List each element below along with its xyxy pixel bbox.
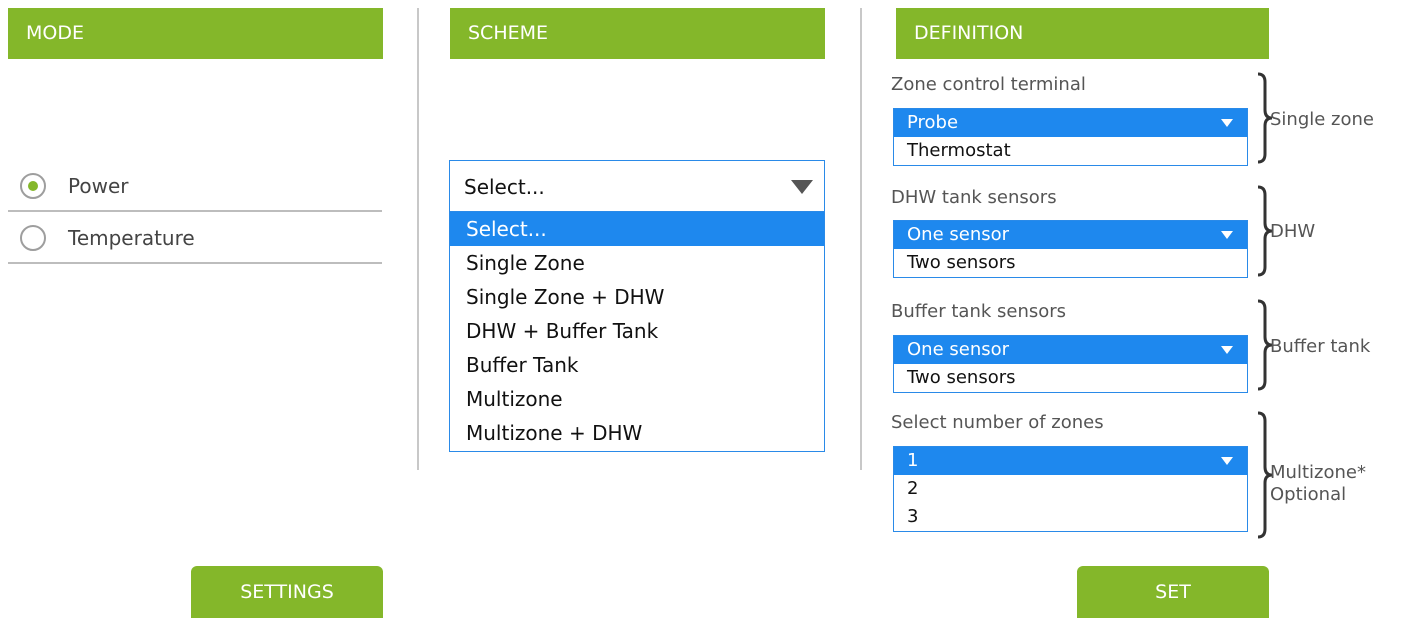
buffer-tank-sensors-label: Buffer tank sensors (891, 301, 1067, 322)
scheme-option[interactable]: Single Zone (450, 246, 824, 280)
scheme-select[interactable]: Select... (449, 160, 825, 212)
chevron-down-icon[interactable] (1221, 457, 1233, 465)
scheme-header: SCHEME (450, 8, 825, 59)
mode-header: MODE (8, 8, 383, 59)
chevron-down-icon[interactable] (791, 180, 813, 194)
scheme-option[interactable]: Select... (450, 212, 824, 246)
scheme-option[interactable]: Multizone (450, 382, 824, 416)
buffer-tank-sensors-select[interactable]: One sensor Two sensors (893, 335, 1248, 393)
definition-option-selected[interactable]: Probe (894, 109, 1247, 137)
dhw-tank-sensors-select[interactable]: One sensor Two sensors (893, 220, 1248, 278)
dhw-tank-sensors-label: DHW tank sensors (891, 187, 1057, 208)
scheme-option[interactable]: Buffer Tank (450, 348, 824, 382)
number-of-zones-label: Select number of zones (891, 412, 1104, 433)
chevron-down-icon[interactable] (1221, 346, 1233, 354)
radio-dot (28, 181, 38, 191)
chevron-down-icon[interactable] (1221, 231, 1233, 239)
definition-option-selected[interactable]: 1 (894, 447, 1247, 475)
column-separator (417, 8, 419, 470)
definition-option-selected[interactable]: One sensor (894, 336, 1247, 364)
scheme-option[interactable]: Single Zone + DHW (450, 280, 824, 314)
option-label: One sensor (907, 339, 1010, 360)
definition-option-selected[interactable]: One sensor (894, 221, 1247, 249)
scheme-select-value: Select... (464, 175, 545, 199)
option-label: Probe (907, 112, 959, 133)
zone-control-terminal-select[interactable]: Probe Thermostat (893, 108, 1248, 166)
definition-option[interactable]: Thermostat (894, 137, 1247, 165)
number-of-zones-select[interactable]: 1 2 3 (893, 446, 1248, 532)
group-name-multizone: Multizone* Optional (1270, 462, 1366, 506)
zone-control-terminal-label: Zone control terminal (891, 74, 1086, 95)
group-name-buffer-tank: Buffer tank (1270, 336, 1371, 357)
definition-option[interactable]: Two sensors (894, 249, 1247, 277)
mode-option-temperature[interactable]: Temperature (8, 212, 382, 264)
scheme-option[interactable]: DHW + Buffer Tank (450, 314, 824, 348)
group-name-multizone-note: Optional (1270, 484, 1347, 505)
definition-option[interactable]: 2 (894, 475, 1247, 503)
option-label: 1 (907, 450, 919, 471)
radio-selected-icon[interactable] (20, 173, 46, 199)
option-label: One sensor (907, 224, 1010, 245)
scheme-option[interactable]: Multizone + DHW (450, 416, 824, 450)
group-name-single-zone: Single zone (1270, 109, 1375, 130)
mode-option-label: Temperature (68, 226, 195, 250)
definition-header: DEFINITION (896, 8, 1269, 59)
set-button[interactable]: SET (1077, 566, 1269, 618)
definition-option[interactable]: Two sensors (894, 364, 1247, 392)
mode-option-label: Power (68, 174, 129, 198)
group-name-dhw: DHW (1270, 221, 1316, 242)
chevron-down-icon[interactable] (1221, 119, 1233, 127)
column-separator (860, 8, 862, 470)
definition-option[interactable]: 3 (894, 503, 1247, 531)
scheme-options-list: Select... Single Zone Single Zone + DHW … (449, 212, 825, 452)
mode-option-power[interactable]: Power (8, 160, 382, 212)
group-name-multizone-title: Multizone* (1270, 462, 1366, 483)
settings-button[interactable]: SETTINGS (191, 566, 383, 618)
radio-unselected-icon[interactable] (20, 225, 46, 251)
